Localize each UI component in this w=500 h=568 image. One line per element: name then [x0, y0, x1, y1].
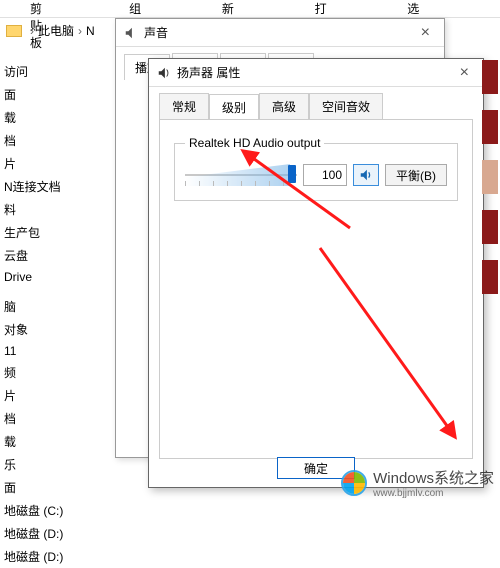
watermark-url: www.bjjmlv.com [373, 488, 494, 499]
sidebar-item[interactable]: 片 [0, 384, 110, 407]
explorer-sidebar: 访问 面 载 档 片 N连接文档 料 生产包 云盘 Drive 脑 对象 11 … [0, 60, 110, 568]
sidebar-item[interactable]: 频 [0, 361, 110, 384]
tab-advanced[interactable]: 高级 [259, 93, 309, 119]
slider-ticks [185, 181, 297, 186]
watermark-brand: Windows [373, 470, 434, 487]
close-icon[interactable]: × [415, 24, 436, 42]
sidebar-item[interactable]: N连接文档 [0, 175, 110, 198]
mute-button[interactable] [353, 164, 379, 186]
sidebar-item[interactable]: 11 [0, 341, 110, 361]
volume-icon [359, 168, 373, 182]
image-thumbnail[interactable] [482, 60, 498, 94]
speaker-icon [157, 66, 171, 80]
speaker-titlebar[interactable]: 扬声器 属性 × [149, 59, 483, 87]
ribbon-header: 剪贴板 组织 新建 打开 选择 [0, 0, 500, 18]
folder-icon [6, 25, 22, 37]
sidebar-item[interactable]: 料 [0, 198, 110, 221]
sidebar-item[interactable]: 面 [0, 476, 110, 499]
breadcrumb[interactable]: › 此电脑 › N [6, 22, 95, 39]
watermark-suffix: 系统之家 [434, 470, 494, 487]
volume-value-input[interactable] [303, 164, 347, 186]
ribbon-organize: 组织 [129, 0, 142, 17]
sidebar-item[interactable]: 档 [0, 407, 110, 430]
audio-output-group: Realtek HD Audio output 平衡(B) [174, 136, 458, 201]
image-thumbnail[interactable] [482, 260, 498, 294]
watermark: Windows系统之家 www.bjjmlv.com [341, 467, 494, 499]
sidebar-item[interactable]: 地磁盘 (C:) [0, 499, 110, 522]
image-thumbnail[interactable] [482, 110, 498, 144]
thumbnail-strip [482, 60, 498, 310]
image-thumbnail[interactable] [482, 210, 498, 244]
sidebar-item[interactable]: 访问 [0, 60, 110, 83]
ribbon-select: 选择 [407, 0, 420, 17]
sidebar-item[interactable]: 面 [0, 83, 110, 106]
sidebar-item[interactable]: 乐 [0, 453, 110, 476]
sidebar-item[interactable]: 云盘 [0, 244, 110, 267]
sound-title: 声音 [144, 24, 168, 41]
close-icon[interactable]: × [454, 64, 475, 82]
speaker-icon [124, 26, 138, 40]
ribbon-new: 新建 [222, 0, 235, 17]
volume-slider[interactable] [185, 164, 297, 186]
slider-thumb[interactable] [288, 165, 296, 183]
sidebar-item[interactable]: 对象 [0, 318, 110, 341]
speaker-tabs: 常规 级别 高级 空间音效 [149, 87, 483, 119]
balance-button[interactable]: 平衡(B) [385, 164, 447, 186]
sidebar-item[interactable]: 地磁盘 (D:) [0, 522, 110, 545]
sidebar-item[interactable]: 生产包 [0, 221, 110, 244]
breadcrumb-thispc[interactable]: 此电脑 [38, 22, 74, 39]
sidebar-item[interactable]: 档 [0, 129, 110, 152]
sound-titlebar[interactable]: 声音 × [116, 19, 444, 47]
tab-levels[interactable]: 级别 [209, 94, 259, 120]
speaker-properties-dialog: 扬声器 属性 × 常规 级别 高级 空间音效 Realtek HD Audio … [148, 58, 484, 488]
sidebar-item[interactable]: 片 [0, 152, 110, 175]
ribbon-open: 打开 [315, 0, 328, 17]
sidebar-item[interactable]: 脑 [0, 295, 110, 318]
breadcrumb-next[interactable]: N [86, 24, 95, 38]
device-label: Realtek HD Audio output [185, 136, 324, 150]
sidebar-item[interactable]: 载 [0, 430, 110, 453]
sidebar-item[interactable]: 载 [0, 106, 110, 129]
windows-logo-icon [341, 470, 367, 496]
image-thumbnail[interactable] [482, 160, 498, 194]
speaker-title: 扬声器 属性 [177, 64, 240, 81]
ribbon-clipboard: 剪贴板 [30, 0, 49, 17]
chevron-right-icon: › [78, 24, 82, 38]
tab-spatial[interactable]: 空间音效 [309, 93, 383, 119]
sidebar-item[interactable]: Drive [0, 267, 110, 287]
tab-general[interactable]: 常规 [159, 93, 209, 119]
levels-panel: Realtek HD Audio output 平衡(B) [159, 119, 473, 459]
chevron-right-icon: › [30, 24, 34, 38]
sidebar-item[interactable]: 地磁盘 (D:) [0, 545, 110, 568]
